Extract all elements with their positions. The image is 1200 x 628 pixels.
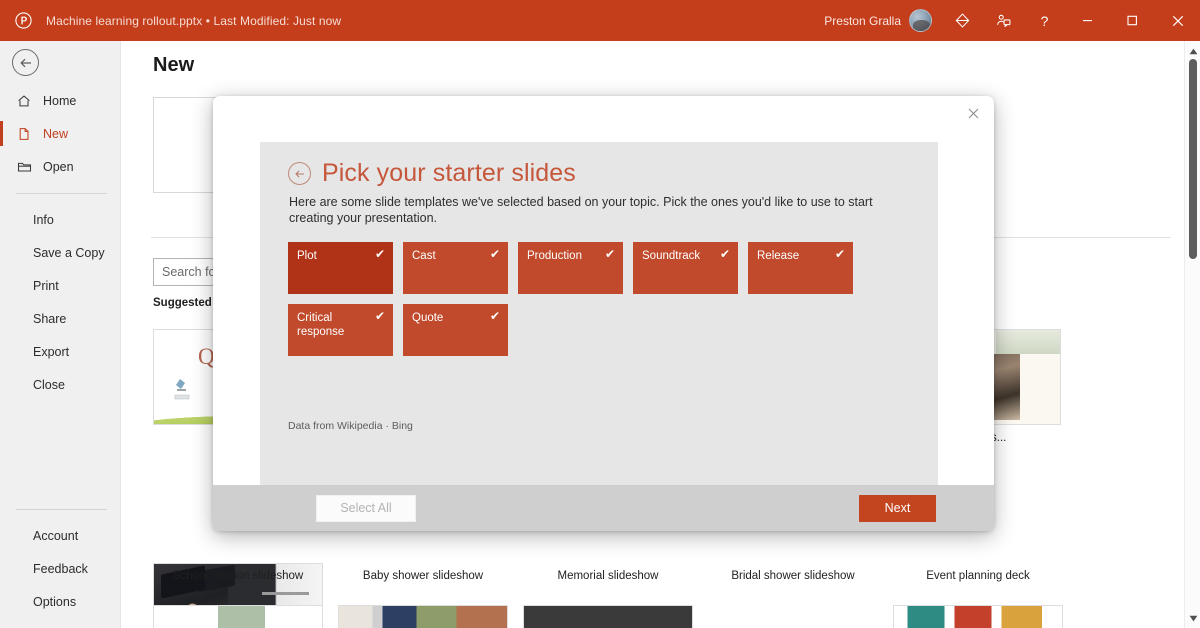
sidebar-item-label: Export xyxy=(33,344,70,359)
sidebar-item-label: Close xyxy=(33,377,65,392)
sidebar-item-print[interactable]: Print xyxy=(0,269,121,302)
share-person-icon[interactable] xyxy=(983,0,1024,41)
scroll-up-arrow-icon[interactable] xyxy=(1185,43,1200,59)
chip-label: Quote xyxy=(412,311,444,324)
sidebar-item-label: Print xyxy=(33,278,59,293)
powerpoint-icon xyxy=(0,0,46,41)
dialog-footer: Select All Next xyxy=(213,485,994,531)
template-thumbnail-partial-5[interactable] xyxy=(893,605,1063,628)
chip-plot[interactable]: Plot ✔ xyxy=(288,241,393,294)
sidebar-item-share[interactable]: Share xyxy=(0,302,121,335)
chip-soundtrack[interactable]: Soundtrack ✔ xyxy=(633,241,738,294)
dialog-body: Pick your starter slides Here are some s… xyxy=(260,142,938,485)
sidebar-item-label: Options xyxy=(33,594,77,609)
account-area[interactable]: Preston Gralla xyxy=(824,9,932,32)
template-label: Bridal shower slideshow xyxy=(731,570,855,582)
document-title: Machine learning rollout.pptx • Last Mod… xyxy=(46,13,342,28)
template-art-text xyxy=(261,592,309,596)
search-placeholder: Search for xyxy=(162,265,220,279)
sidebar-item-label: Save a Copy xyxy=(33,245,105,260)
check-icon: ✔ xyxy=(834,246,845,261)
template-label: Baby shower slideshow xyxy=(362,570,484,582)
check-icon: ✔ xyxy=(374,246,385,261)
scroll-down-arrow-icon[interactable] xyxy=(1185,610,1200,626)
chip-label: Plot xyxy=(297,249,317,262)
sidebar-item-label: Open xyxy=(43,159,74,174)
new-document-icon xyxy=(16,126,32,142)
avatar[interactable] xyxy=(909,9,932,32)
check-icon: ✔ xyxy=(489,246,500,261)
help-icon[interactable]: ? xyxy=(1024,0,1065,41)
data-source-note: Data from Wikipedia · Bing xyxy=(288,420,413,432)
starter-slides-dialog: Pick your starter slides Here are some s… xyxy=(213,96,994,531)
sidebar-item-label: Home xyxy=(43,93,77,108)
back-arrow-icon[interactable] xyxy=(288,162,311,185)
chip-label: Production xyxy=(527,249,582,262)
sidebar-item-label: Share xyxy=(33,311,67,326)
check-icon: ✔ xyxy=(604,246,615,261)
template-label: School reunion slideshow xyxy=(172,570,304,582)
dialog-title: Pick your starter slides xyxy=(322,159,576,187)
scrollbar-thumb[interactable] xyxy=(1189,59,1197,259)
dialog-title-row: Pick your starter slides xyxy=(288,159,910,188)
starter-slide-chips: Plot ✔ Cast ✔ Production ✔ Soundtrack ✔ … xyxy=(260,227,900,356)
chip-label: Critical response xyxy=(297,311,345,338)
template-thumbnail-partial-2[interactable] xyxy=(338,605,508,628)
sidebar-item-save-a-copy[interactable]: Save a Copy xyxy=(0,236,121,269)
sidebar-item-feedback[interactable]: Feedback xyxy=(0,552,121,585)
sidebar-item-options[interactable]: Options xyxy=(0,585,121,618)
microscope-icon xyxy=(174,379,190,400)
check-icon: ✔ xyxy=(719,246,730,261)
chip-label: Soundtrack xyxy=(642,249,701,262)
vertical-scrollbar[interactable] xyxy=(1184,41,1200,628)
open-folder-icon xyxy=(16,159,32,175)
sidebar-item-account[interactable]: Account xyxy=(0,519,121,552)
back-arrow-icon[interactable] xyxy=(12,49,39,76)
check-icon: ✔ xyxy=(489,308,500,323)
sidebar-item-label: New xyxy=(43,126,69,141)
maximize-button[interactable] xyxy=(1110,0,1155,41)
template-thumbnail-partial-1[interactable] xyxy=(153,605,323,628)
chip-cast[interactable]: Cast ✔ xyxy=(403,241,508,294)
diamond-icon[interactable] xyxy=(942,0,983,41)
minimize-button[interactable] xyxy=(1065,0,1110,41)
sidebar-item-new[interactable]: New xyxy=(0,117,121,150)
sidebar-item-open[interactable]: Open xyxy=(0,150,121,183)
next-button[interactable]: Next xyxy=(859,494,936,522)
dialog-subtitle: Here are some slide templates we've sele… xyxy=(289,195,873,226)
sidebar-item-export[interactable]: Export xyxy=(0,335,121,368)
chip-quote[interactable]: Quote ✔ xyxy=(403,303,508,356)
template-label: Event planning deck xyxy=(926,570,1030,582)
select-all-button[interactable]: Select All xyxy=(316,494,416,522)
sidebar-item-info[interactable]: Info xyxy=(0,203,121,236)
sidebar-item-label: Account xyxy=(33,528,79,543)
close-icon[interactable] xyxy=(960,101,986,125)
home-icon xyxy=(16,93,32,109)
chip-release[interactable]: Release ✔ xyxy=(748,241,853,294)
close-button[interactable] xyxy=(1155,0,1200,41)
chip-label: Release xyxy=(757,249,800,262)
check-icon: ✔ xyxy=(374,308,385,323)
chip-production[interactable]: Production ✔ xyxy=(518,241,623,294)
sidebar-item-label: Info xyxy=(33,212,54,227)
sidebar-item-label: Feedback xyxy=(33,561,88,576)
chip-label: Cast xyxy=(412,249,436,262)
chip-critical-response[interactable]: Critical response ✔ xyxy=(288,303,393,356)
sidebar-divider-top xyxy=(16,193,107,194)
dialog-header: Pick your starter slides Here are some s… xyxy=(260,142,938,227)
sidebar-item-close[interactable]: Close xyxy=(0,368,121,401)
user-name: Preston Gralla xyxy=(824,13,901,28)
sidebar-divider-bottom xyxy=(16,509,107,510)
backstage-sidebar: Home New Open Info Save a Copy Print Sha… xyxy=(0,41,121,628)
template-label: Memorial slideshow xyxy=(557,570,659,582)
sidebar-item-home[interactable]: Home xyxy=(0,84,121,117)
template-thumbnail-partial-3[interactable] xyxy=(523,605,693,628)
title-bar: Machine learning rollout.pptx • Last Mod… xyxy=(0,0,1200,41)
page-title: New xyxy=(153,54,195,76)
